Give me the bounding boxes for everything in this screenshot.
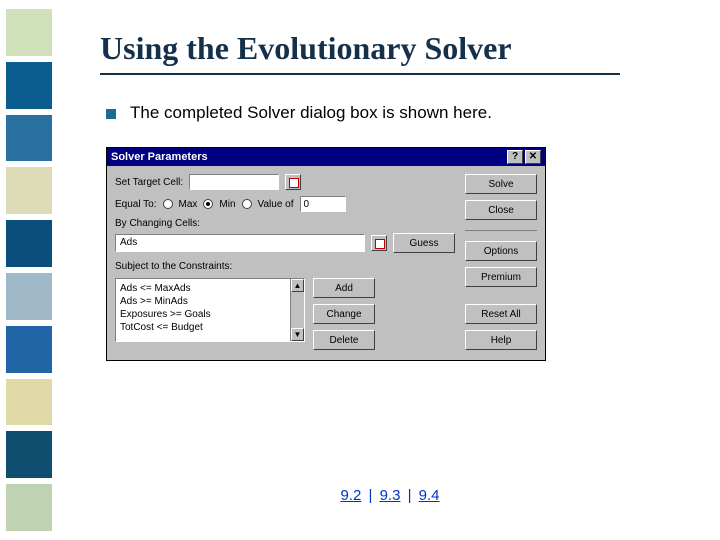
dialog-title: Solver Parameters xyxy=(111,151,208,163)
delete-button[interactable]: Delete xyxy=(313,330,375,350)
value-of-input[interactable] xyxy=(300,196,346,212)
decorative-side-stripe xyxy=(0,0,58,540)
dialog-titlebar: Solver Parameters ? ✕ xyxy=(107,148,545,166)
premium-button[interactable]: Premium xyxy=(465,267,537,287)
set-target-label: Set Target Cell: xyxy=(115,177,183,188)
constraint-item[interactable]: TotCost <= Budget xyxy=(120,321,300,334)
square-bullet-icon xyxy=(106,109,116,119)
footer-nav: 9.2 | 9.3 | 9.4 xyxy=(100,487,680,504)
add-button[interactable]: Add xyxy=(313,278,375,298)
radio-max[interactable] xyxy=(163,199,173,209)
close-button[interactable]: Close xyxy=(465,200,537,220)
constraint-item[interactable]: Ads <= MaxAds xyxy=(120,282,300,295)
solve-button[interactable]: Solve xyxy=(465,174,537,194)
radio-min[interactable] xyxy=(203,199,213,209)
slide-title: Using the Evolutionary Solver xyxy=(100,30,620,75)
change-button[interactable]: Change xyxy=(313,304,375,324)
footer-separator: | xyxy=(365,487,375,504)
footer-link[interactable]: 9.3 xyxy=(380,487,401,504)
target-cell-input[interactable] xyxy=(189,174,279,190)
equal-to-label: Equal To: xyxy=(115,199,157,210)
options-button[interactable]: Options xyxy=(465,241,537,261)
scroll-down-icon[interactable]: ▼ xyxy=(291,328,304,341)
titlebar-help-button[interactable]: ? xyxy=(507,150,523,164)
constraints-label: Subject to the Constraints: xyxy=(115,261,455,272)
radio-min-label: Min xyxy=(219,199,235,210)
reset-all-button[interactable]: Reset All xyxy=(465,304,537,324)
guess-button[interactable]: Guess xyxy=(393,233,455,253)
footer-separator: | xyxy=(405,487,415,504)
scrollbar[interactable]: ▲ ▼ xyxy=(290,279,304,341)
range-select-icon[interactable] xyxy=(285,174,301,190)
by-changing-label: By Changing Cells: xyxy=(115,218,455,229)
separator xyxy=(465,230,537,231)
bullet-item: The completed Solver dialog box is shown… xyxy=(100,103,680,123)
constraint-item[interactable]: Exposures >= Goals xyxy=(120,308,300,321)
footer-link[interactable]: 9.2 xyxy=(340,487,361,504)
footer-link[interactable]: 9.4 xyxy=(419,487,440,504)
changing-cells-input[interactable]: Ads xyxy=(115,234,365,252)
range-select-icon[interactable] xyxy=(371,235,387,251)
bullet-text: The completed Solver dialog box is shown… xyxy=(130,103,492,123)
radio-max-label: Max xyxy=(179,199,198,210)
slide-content: Using the Evolutionary Solver The comple… xyxy=(100,30,680,510)
solver-dialog: Solver Parameters ? ✕ Set Target Cell: E… xyxy=(106,147,546,361)
help-button[interactable]: Help xyxy=(465,330,537,350)
constraints-listbox[interactable]: Ads <= MaxAds Ads >= MinAds Exposures >=… xyxy=(115,278,305,342)
titlebar-close-button[interactable]: ✕ xyxy=(525,150,541,164)
radio-valueof-label: Value of xyxy=(258,199,294,210)
radio-valueof[interactable] xyxy=(242,199,252,209)
constraint-item[interactable]: Ads >= MinAds xyxy=(120,295,300,308)
scroll-up-icon[interactable]: ▲ xyxy=(291,279,304,292)
